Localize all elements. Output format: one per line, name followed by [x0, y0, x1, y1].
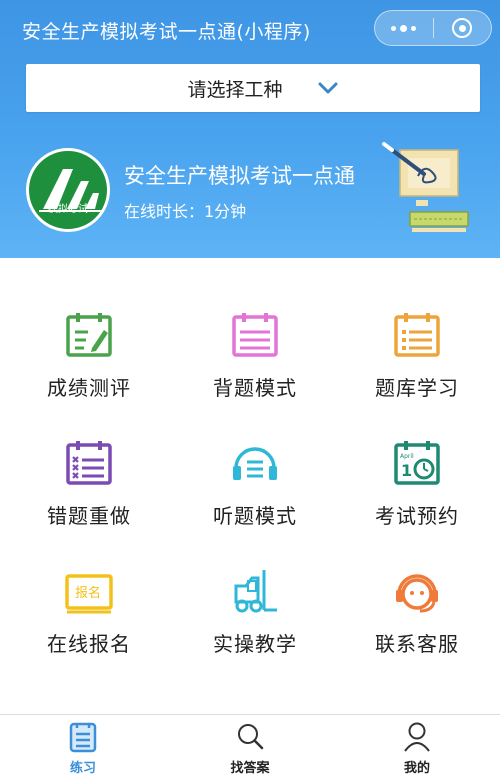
more-dot-icon	[391, 25, 397, 31]
practice-doc-icon	[69, 722, 97, 753]
logo-mark-icon	[39, 169, 103, 212]
svg-text:1: 1	[401, 461, 412, 480]
app-title: 安全生产模拟考试一点通(小程序)	[22, 21, 311, 43]
grid-item-online-signup[interactable]: 报名 在线报名	[6, 556, 172, 666]
tab-mine[interactable]: 我的	[334, 715, 500, 780]
tab-find-answer[interactable]: 找答案	[167, 715, 333, 780]
app-logo: 模拟考试	[26, 148, 110, 232]
list-notebook-icon	[394, 313, 440, 357]
app-root: 安全生产模拟考试一点通(小程序) 请选择工种 模拟考试 安全生产模拟考试一点通 …	[0, 0, 500, 780]
job-type-selector[interactable]: 请选择工种	[26, 64, 480, 112]
grid-label: 联系客服	[375, 632, 459, 656]
signup-tag-icon: 报名	[65, 574, 113, 614]
app-name: 安全生产模拟考试一点通	[124, 164, 355, 188]
grid-label: 考试预约	[375, 504, 459, 528]
grid-item-score-evaluation[interactable]: 成绩测评	[6, 300, 172, 410]
headphones-icon	[233, 447, 277, 480]
svg-text:报名: 报名	[75, 585, 101, 601]
tab-label: 我的	[403, 761, 430, 776]
grid-label: 在线报名	[47, 632, 131, 656]
miniprogram-capsule	[374, 10, 492, 46]
svg-text:April: April	[400, 453, 414, 460]
study-illustration-icon	[382, 142, 469, 232]
user-icon	[404, 722, 430, 752]
grid-item-customer-service[interactable]: 联系客服	[334, 556, 500, 666]
target-icon	[452, 18, 473, 38]
calendar-clock-icon: April 1	[394, 441, 440, 485]
tab-label: 练习	[69, 761, 96, 776]
grid-label: 实操教学	[213, 632, 297, 656]
grid-label: 听题模式	[213, 504, 297, 528]
tab-practice[interactable]: 练习	[0, 715, 166, 780]
profile-section: 模拟考试 安全生产模拟考试一点通 在线时长：1分钟	[0, 140, 500, 240]
chevron-down-icon	[318, 82, 337, 94]
logo-text: 模拟考试	[48, 204, 88, 215]
search-icon	[238, 724, 264, 750]
job-type-label: 请选择工种	[187, 78, 283, 101]
more-dot-icon	[411, 25, 417, 31]
customer-service-icon	[396, 574, 438, 613]
title-bar: 安全生产模拟考试一点通(小程序)	[0, 0, 500, 60]
grid-item-redo-wrong[interactable]: 错题重做	[6, 428, 172, 538]
online-time: 在线时长：1分钟	[124, 202, 247, 221]
wrong-list-icon	[66, 441, 112, 485]
grid-item-practical-teaching[interactable]: 实操教学	[172, 556, 338, 666]
grid-label: 题库学习	[375, 376, 459, 400]
close-miniprogram-button[interactable]	[433, 11, 491, 45]
more-dot-icon	[400, 24, 408, 32]
more-menu-button[interactable]	[375, 11, 433, 45]
clipboard-pencil-icon	[66, 313, 112, 357]
tab-bar: 练习 找答案 我的	[0, 714, 500, 780]
grid-item-exam-booking[interactable]: April 1 考试预约	[334, 428, 500, 538]
notebook-icon	[232, 313, 278, 357]
grid-label: 错题重做	[47, 504, 131, 528]
grid-label: 背题模式	[213, 376, 297, 400]
header: 安全生产模拟考试一点通(小程序) 请选择工种 模拟考试 安全生产模拟考试一点通 …	[0, 0, 500, 258]
grid-item-listening-mode[interactable]: 听题模式	[172, 428, 338, 538]
tab-label: 找答案	[230, 761, 270, 776]
forklift-icon	[234, 570, 277, 613]
grid-label: 成绩测评	[47, 376, 131, 400]
grid-item-memorize-mode[interactable]: 背题模式	[172, 300, 338, 410]
grid-item-question-bank[interactable]: 题库学习	[334, 300, 500, 410]
